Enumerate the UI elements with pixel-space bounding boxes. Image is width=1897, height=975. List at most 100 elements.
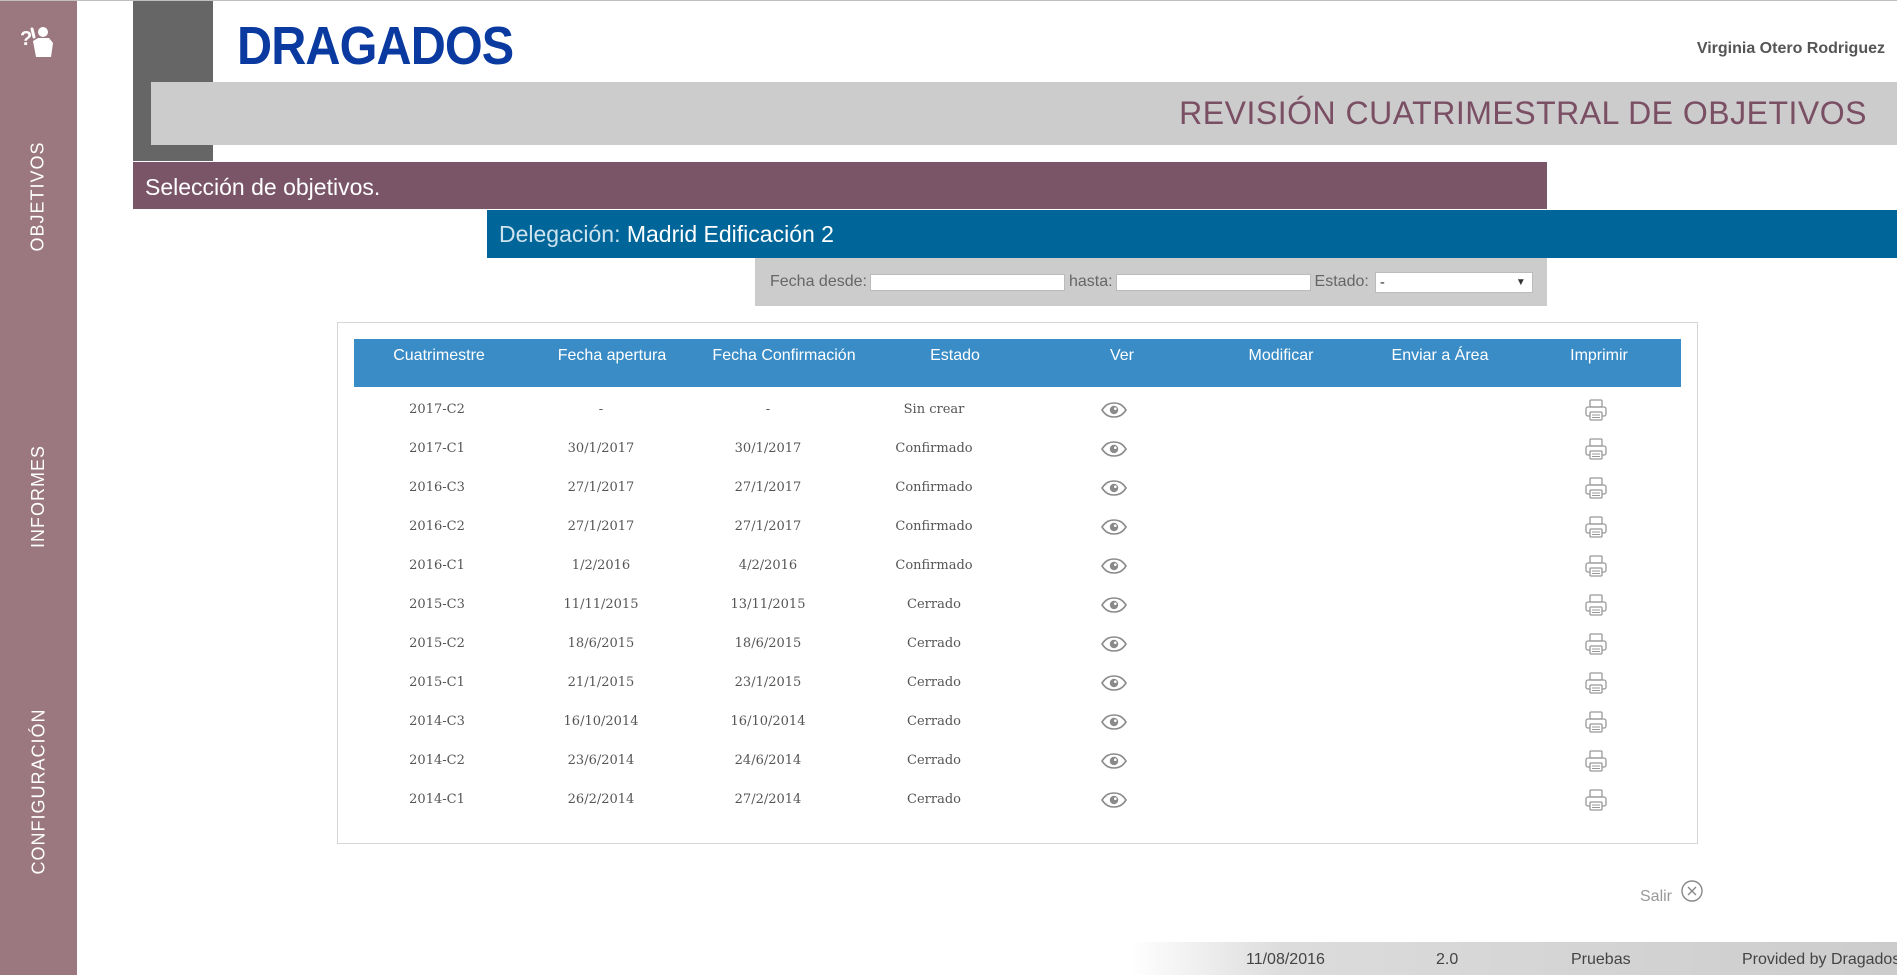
cell-apertura: 1/2/2016 xyxy=(571,558,631,573)
cell-apertura: - xyxy=(598,402,604,417)
sidebar-item-label: CONFIGURACIÓN xyxy=(28,708,48,874)
printer-icon[interactable] xyxy=(1584,710,1608,739)
cell-cuatrimestre: 2016-C2 xyxy=(409,519,465,534)
printer-icon[interactable] xyxy=(1584,788,1608,817)
footer: 11/08/2016 2.0 Pruebas Provided by Draga… xyxy=(1130,942,1897,975)
eye-icon[interactable] xyxy=(1101,441,1127,462)
table-row: 2014-C3 16/10/2014 16/10/2014 Cerrado xyxy=(354,703,1681,742)
delegation-value: Madrid Edificación 2 xyxy=(626,221,834,247)
objectives-table-panel: Cuatrimestre Fecha apertura Fecha Confir… xyxy=(337,322,1698,844)
column-header-estado: Estado xyxy=(930,347,980,364)
delegation-text: Delegación: Madrid Edificación 2 xyxy=(499,221,834,248)
cell-estado: Sin crear xyxy=(903,402,965,417)
printer-icon[interactable] xyxy=(1584,515,1608,544)
table-header: Cuatrimestre Fecha apertura Fecha Confir… xyxy=(354,339,1681,387)
fecha-desde-input[interactable] xyxy=(869,273,1065,291)
cell-estado: Confirmado xyxy=(895,441,973,456)
cell-cuatrimestre: 2015-C1 xyxy=(409,675,465,690)
printer-icon[interactable] xyxy=(1584,632,1608,661)
eye-icon[interactable] xyxy=(1101,402,1127,423)
table-row: 2016-C3 27/1/2017 27/1/2017 Confirmado xyxy=(354,469,1681,508)
eye-icon[interactable] xyxy=(1101,636,1127,657)
printer-icon[interactable] xyxy=(1584,671,1608,700)
sidebar-item-informes[interactable]: INFORMES xyxy=(0,366,77,626)
cell-apertura: 26/2/2014 xyxy=(567,792,635,807)
sidebar-item-objetivos[interactable]: OBJETIVOS xyxy=(0,66,77,326)
column-header-enviar-area: Enviar a Área xyxy=(1391,347,1489,364)
cell-cuatrimestre: 2017-C1 xyxy=(409,441,465,456)
title-bar: REVISIÓN CUATRIMESTRAL DE OBJETIVOS xyxy=(151,82,1897,145)
cell-confirmacion: 30/1/2017 xyxy=(734,441,802,456)
hasta-label: hasta: xyxy=(1068,273,1113,290)
estado-select[interactable]: - ▼ xyxy=(1374,271,1533,293)
cell-confirmacion: 13/11/2015 xyxy=(730,597,806,612)
cell-confirmacion: 24/6/2014 xyxy=(734,753,802,768)
table-row: 2015-C2 18/6/2015 18/6/2015 Cerrado xyxy=(354,625,1681,664)
cell-confirmacion: 27/1/2017 xyxy=(734,519,802,534)
close-circle-icon[interactable] xyxy=(1680,879,1704,903)
printer-icon[interactable] xyxy=(1584,554,1608,583)
dragados-logo: DRAGADOS xyxy=(237,16,514,76)
hasta-input[interactable] xyxy=(1115,273,1311,291)
printer-icon[interactable] xyxy=(1584,398,1608,427)
salir-button[interactable]: Salir xyxy=(1640,876,1704,906)
table-row: 2015-C3 11/11/2015 13/11/2015 Cerrado xyxy=(354,586,1681,625)
eye-icon[interactable] xyxy=(1101,675,1127,696)
cell-confirmacion: 16/10/2014 xyxy=(730,714,806,729)
page-title: REVISIÓN CUATRIMESTRAL DE OBJETIVOS xyxy=(1179,95,1867,131)
eye-icon[interactable] xyxy=(1101,519,1127,540)
sidebar-item-label: OBJETIVOS xyxy=(28,140,48,252)
printer-icon[interactable] xyxy=(1584,593,1608,622)
column-header-fecha-confirmacion: Fecha Confirmación xyxy=(712,347,856,364)
footer-provider: Provided by Dragados xyxy=(1742,951,1897,968)
cell-apertura: 18/6/2015 xyxy=(567,636,635,651)
cell-estado: Cerrado xyxy=(907,753,961,768)
cell-apertura: 11/11/2015 xyxy=(563,597,639,612)
column-header-imprimir: Imprimir xyxy=(1570,347,1628,364)
estado-label: Estado: xyxy=(1314,273,1369,290)
table-row: 2014-C2 23/6/2014 24/6/2014 Cerrado xyxy=(354,742,1681,781)
cell-cuatrimestre: 2017-C2 xyxy=(409,402,465,417)
section-bar: Selección de objetivos. xyxy=(133,162,1547,209)
eye-icon[interactable] xyxy=(1101,714,1127,735)
delegation-bar: Delegación: Madrid Edificación 2 xyxy=(487,210,1897,258)
table-row: 2017-C2 - - Sin crear xyxy=(354,391,1681,430)
cell-estado: Cerrado xyxy=(907,792,961,807)
cell-confirmacion: 23/1/2015 xyxy=(734,675,802,690)
printer-icon[interactable] xyxy=(1584,437,1608,466)
cell-cuatrimestre: 2014-C2 xyxy=(409,753,465,768)
cell-cuatrimestre: 2015-C3 xyxy=(409,597,465,612)
eye-icon[interactable] xyxy=(1101,792,1127,813)
chevron-down-icon: ▼ xyxy=(1515,276,1526,288)
help-person-icon[interactable]: ? xyxy=(18,23,58,59)
table-row: 2017-C1 30/1/2017 30/1/2017 Confirmado xyxy=(354,430,1681,469)
cell-apertura: 16/10/2014 xyxy=(563,714,639,729)
column-header-fecha-apertura: Fecha apertura xyxy=(557,347,667,364)
estado-select-value: - xyxy=(1379,273,1385,291)
printer-icon[interactable] xyxy=(1584,476,1608,505)
cell-confirmacion: - xyxy=(765,402,771,417)
eye-icon[interactable] xyxy=(1101,558,1127,579)
table-row: 2015-C1 21/1/2015 23/1/2015 Cerrado xyxy=(354,664,1681,703)
cell-apertura: 21/1/2015 xyxy=(567,675,635,690)
cell-estado: Cerrado xyxy=(907,636,961,651)
svg-text:?: ? xyxy=(20,28,32,50)
eye-icon[interactable] xyxy=(1101,597,1127,618)
printer-icon[interactable] xyxy=(1584,749,1608,778)
user-name: Virginia Otero Rodriguez xyxy=(1696,40,1885,57)
eye-icon[interactable] xyxy=(1101,753,1127,774)
cell-estado: Cerrado xyxy=(907,675,961,690)
footer-version: 2.0 xyxy=(1436,951,1459,968)
eye-icon[interactable] xyxy=(1101,480,1127,501)
cell-confirmacion: 18/6/2015 xyxy=(734,636,802,651)
cell-apertura: 27/1/2017 xyxy=(567,519,635,534)
cell-estado: Confirmado xyxy=(895,480,973,495)
app-root: ? OBJETIVOS INFORMES CONFIGURACIÓN DRAGA… xyxy=(0,0,1897,975)
column-header-ver: Ver xyxy=(1109,347,1135,364)
footer-date: 11/08/2016 xyxy=(1246,951,1325,968)
sidebar-item-label: INFORMES xyxy=(28,444,49,548)
table-row: 2016-C2 27/1/2017 27/1/2017 Confirmado xyxy=(354,508,1681,547)
cell-confirmacion: 27/2/2014 xyxy=(734,792,802,807)
cell-confirmacion: 27/1/2017 xyxy=(734,480,802,495)
sidebar-item-configuracion[interactable]: CONFIGURACIÓN xyxy=(0,661,77,921)
